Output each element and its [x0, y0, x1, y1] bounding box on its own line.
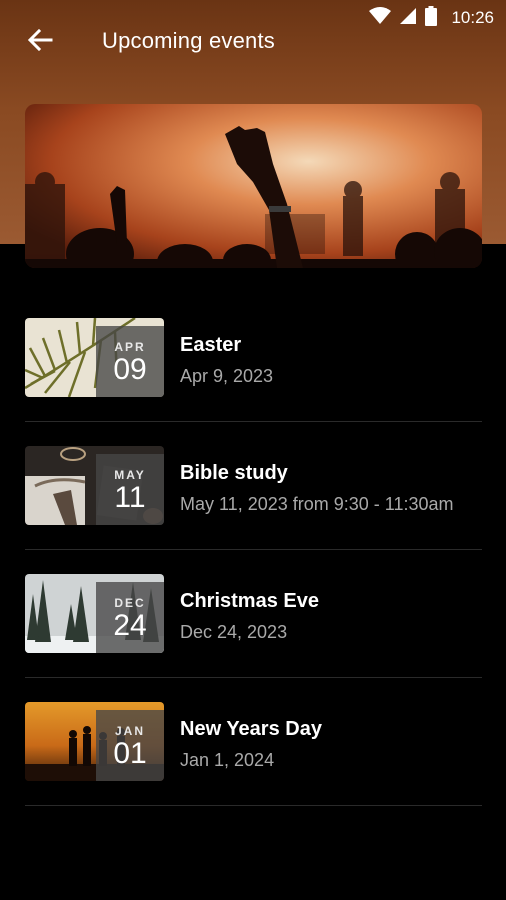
event-title: Bible study	[180, 462, 288, 484]
event-title: Christmas Eve	[180, 590, 319, 612]
date-badge: MAY 11	[96, 454, 164, 525]
events-list: APR 09 Easter Apr 9, 2023 MAY 11 Bible s…	[25, 294, 482, 806]
event-item-christmas-eve[interactable]: DEC 24 Christmas Eve Dec 24, 2023	[25, 550, 482, 678]
event-thumbnail: JAN 01	[25, 702, 164, 781]
event-date: Jan 1, 2024	[180, 750, 275, 770]
badge-month: APR	[114, 339, 146, 354]
signal-icon	[399, 7, 417, 30]
badge-day: 01	[113, 736, 147, 770]
badge-day: 09	[113, 352, 147, 386]
back-button[interactable]	[20, 22, 60, 62]
event-item-bible-study[interactable]: MAY 11 Bible study May 11, 2023 from 9:3…	[25, 422, 482, 550]
badge-month: MAY	[114, 467, 146, 482]
badge-month: DEC	[114, 595, 146, 610]
badge-day: 24	[113, 608, 147, 642]
event-date: Dec 24, 2023	[180, 622, 288, 642]
hero-image	[25, 104, 482, 268]
page-title: Upcoming events	[102, 28, 275, 53]
event-item-new-years-day[interactable]: JAN 01 New Years Day Jan 1, 2024	[25, 678, 482, 806]
event-date: Apr 9, 2023	[180, 366, 274, 386]
date-badge: DEC 24	[96, 582, 164, 653]
event-title: New Years Day	[180, 718, 322, 740]
event-thumbnail: MAY 11	[25, 446, 164, 525]
badge-day: 11	[114, 480, 146, 514]
event-thumbnail: DEC 24	[25, 574, 164, 653]
event-thumbnail: APR 09	[25, 318, 164, 397]
wifi-icon	[369, 6, 392, 30]
event-date: May 11, 2023 from 9:30 - 11:30am	[180, 494, 454, 514]
status-time: 10:26	[451, 8, 494, 27]
event-title: Easter	[180, 334, 242, 356]
event-item-easter[interactable]: APR 09 Easter Apr 9, 2023	[25, 294, 482, 422]
date-badge: APR 09	[96, 326, 164, 397]
badge-month: JAN	[114, 723, 145, 738]
arrow-left-icon	[27, 28, 53, 56]
date-badge: JAN 01	[96, 710, 164, 781]
battery-icon	[425, 5, 438, 31]
